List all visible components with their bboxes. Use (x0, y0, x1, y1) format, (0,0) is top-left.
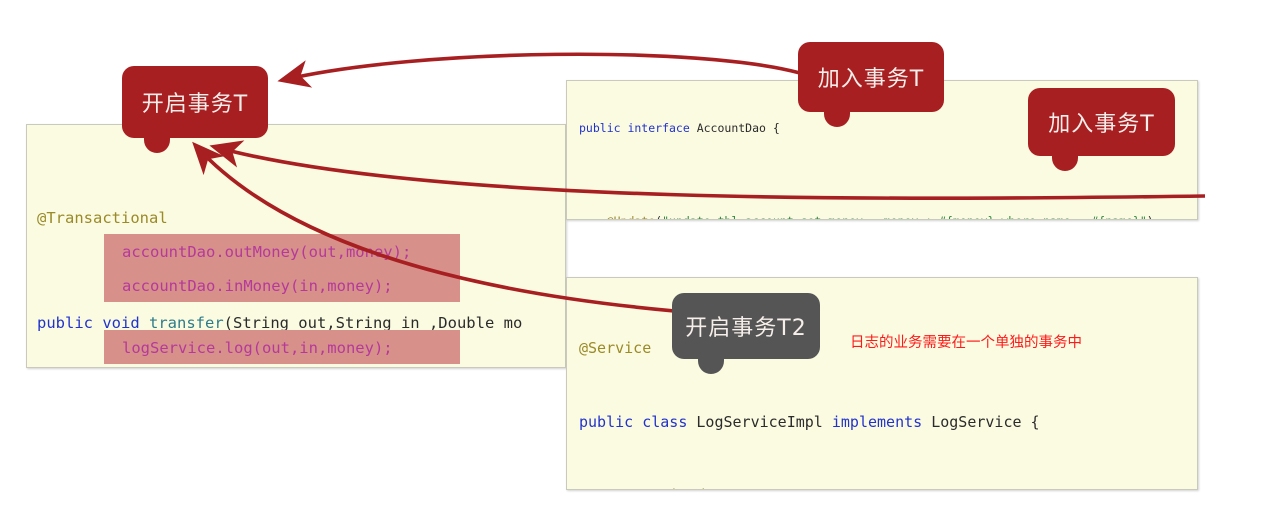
bubble-label: 加入事务T (817, 67, 925, 92)
log-needs-own-transaction-note: 日志的业务需要在一个单独的事务中 (850, 335, 1082, 351)
code-line: @Update("update tbl_account set money = … (579, 214, 1154, 219)
highlight-inmoney: accountDao.inMoney(in,money); (122, 277, 393, 295)
bubble-label: 开启事务T2 (685, 316, 807, 341)
diagram-canvas: @Transactional public void transfer(Stri… (0, 0, 1264, 512)
log-service-impl-code-panel: @Service public class LogServiceImpl imp… (566, 277, 1198, 490)
annotation-transactional: @Transactional (37, 209, 168, 227)
code-line: @Transactional (37, 201, 522, 236)
arrow-join-t-to-start-t (277, 52, 801, 88)
code-line: public class LogServiceImpl implements L… (579, 412, 1040, 431)
highlight-logservice: logService.log(out,in,money); (122, 339, 393, 357)
bubble-join-transaction-t-top[interactable]: 加入事务T (798, 42, 944, 127)
bubble-join-transaction-t-right[interactable]: 加入事务T (1028, 88, 1175, 171)
bubble-label: 开启事务T (141, 92, 249, 117)
highlight-outmoney: accountDao.outMoney(out,money); (122, 243, 412, 261)
bubble-start-transaction-t2[interactable]: 开启事务T2 (672, 293, 820, 374)
code-line: @Autowired (579, 483, 1105, 489)
bubble-label: 加入事务T (1048, 112, 1155, 137)
bubble-start-transaction-t[interactable]: 开启事务T (122, 66, 268, 153)
